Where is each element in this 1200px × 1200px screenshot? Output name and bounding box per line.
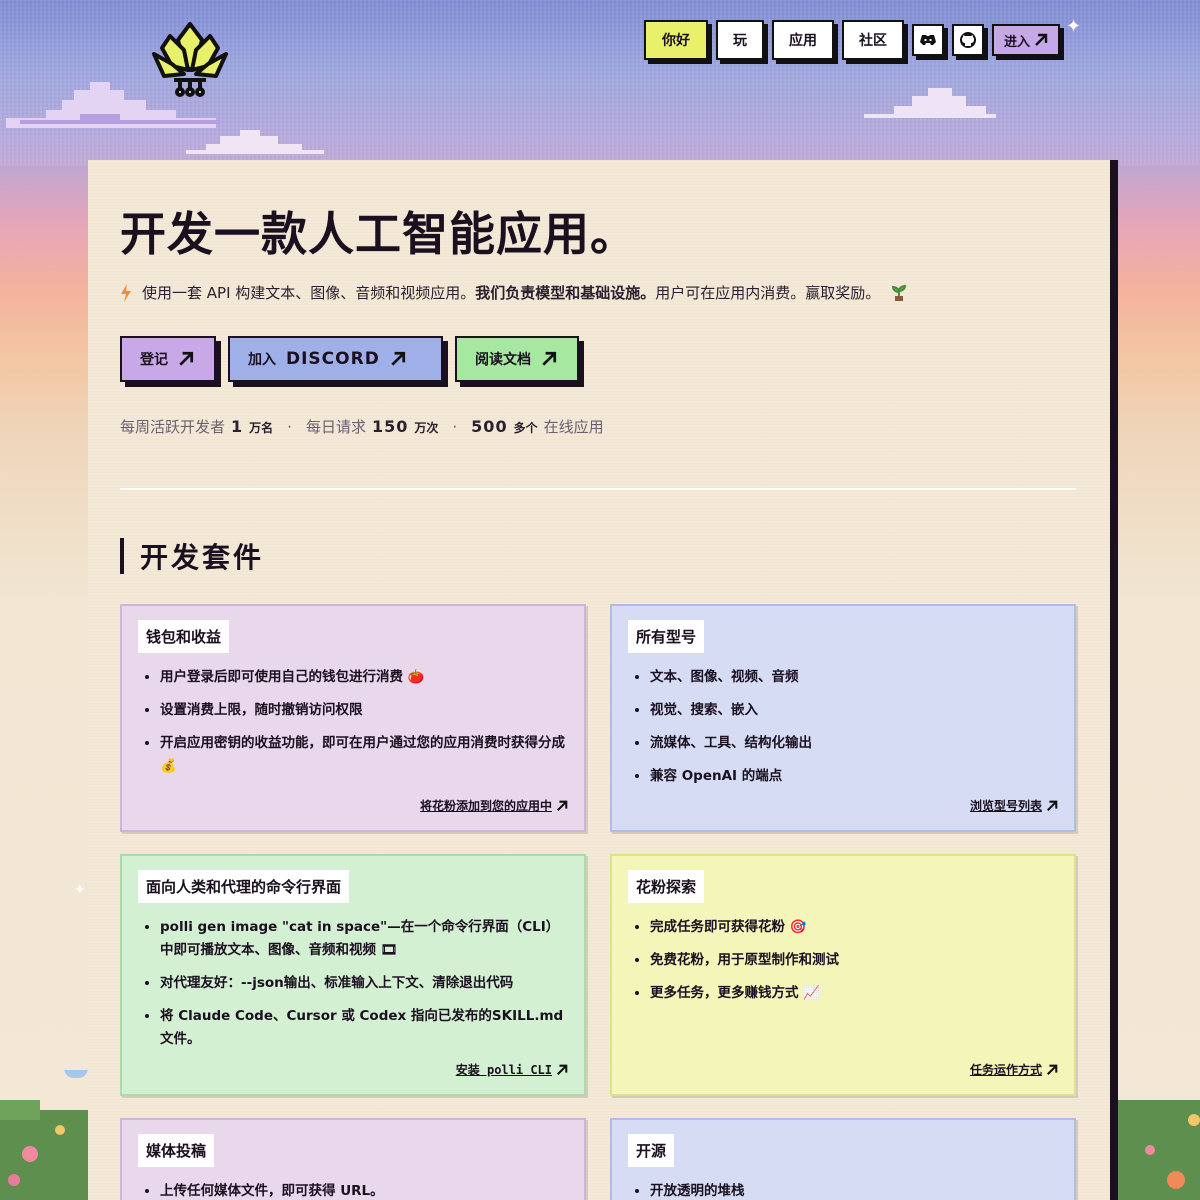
stat-requests-label: 每日请求 [305,418,366,436]
arrow-up-right-icon [1035,33,1048,46]
read-docs-button[interactable]: 阅读文档 [455,336,579,382]
list-item: 设置消费上限，随时撤销访问权限 [160,699,568,722]
install-cli-link[interactable]: 安装 polli CLI [456,1061,568,1078]
join-label: 加入 [248,352,276,368]
flowers-left-decoration [0,1070,90,1200]
sparkle-icon: ✦ [74,882,86,898]
nav-item-hello[interactable]: 你好 [644,20,708,60]
arrow-up-right-icon [556,800,568,811]
nav-item-community[interactable]: 社区 [842,20,904,60]
list-item: 兼容 OpenAI 的端点 [650,765,1058,788]
stat-apps-value: 500 [471,417,508,436]
arrow-up-right-icon [556,1064,568,1075]
discord-brand-label: DISCORD [286,349,380,369]
github-icon [960,32,976,48]
list-item: 文本、图像、视频、音频 [650,666,1058,689]
enter-label: 进入 [1004,34,1031,50]
discord-icon [920,35,936,45]
divider [120,488,1076,490]
stat-separator: · [287,418,292,436]
signin-button[interactable]: 登记 [120,336,216,382]
docs-label: 阅读文档 [475,352,531,368]
stat-separator: · [452,418,458,436]
list-item: 流媒体、工具、结构化输出 [650,732,1058,755]
join-discord-button[interactable]: 加入 DISCORD [228,336,443,382]
stat-apps-label: 在线应用 [543,418,604,436]
list-item: 视觉、搜索、嵌入 [650,699,1058,722]
stat-requests-unit: 万次 [414,421,439,435]
link-label: 浏览型号列表 [969,799,1042,813]
section-title: 开发套件 [120,538,264,574]
cloud-right [864,88,996,118]
page-title: 开发一款人工智能应用。 [120,207,637,261]
link-label: 将花粉添加到您的应用中 [419,799,552,813]
card-list: polli gen image "cat in space"—在一个命令行界面（… [160,916,568,1061]
card-title: 面向人类和代理的命令行界面 [138,870,350,903]
card-title: 钱包和收益 [138,620,230,653]
logo-icon[interactable] [150,14,240,98]
stat-apps-unit: 多个 [513,421,538,435]
subtitle-text-end: 用户可在应用内消费。赢取奖励。 [655,284,881,302]
cloud-middle [186,130,324,154]
card-list: 开放透明的堆栈 [650,1180,1058,1200]
stat-devs-value: 1 [231,417,244,436]
stat-devs-label: 每周活跃开发者 [120,418,226,436]
list-item: 完成任务即可获得花粉 🎯 [650,916,1058,939]
enter-button[interactable]: 进入 [992,24,1061,56]
card-media-upload: 媒体投稿 上传任何媒体文件，即可获得 URL。 [120,1118,586,1200]
card-quests: 花粉探索 完成任务即可获得花粉 🎯 免费花粉，用于原型制作和测试 更多任务，更多… [610,854,1076,1096]
list-item: 更多任务，更多赚钱方式 📈 [650,982,1058,1005]
list-item: 用户登录后即可使用自己的钱包进行消费 🍅 [160,666,568,689]
hero-subtitle: 使用一套 API 构建文本、图像、音频和视频应用。我们负责模型和基础设施。用户可… [120,282,908,303]
arrow-up-right-icon [179,351,194,366]
card-title: 花粉探索 [628,870,705,903]
lightning-icon [121,283,131,302]
card-list: 上传任何媒体文件，即可获得 URL。 [160,1180,568,1200]
cta-group: 登记 加入 DISCORD 阅读文档 [120,336,579,382]
card-cli: 面向人类和代理的命令行界面 polli gen image "cat in sp… [120,854,586,1096]
nav-item-play[interactable]: 玩 [716,20,764,60]
list-item: 上传任何媒体文件，即可获得 URL。 [160,1180,568,1200]
arrow-up-right-icon [1046,1064,1058,1075]
card-title: 开源 [628,1134,675,1167]
list-item: 免费花粉，用于原型制作和测试 [650,949,1058,972]
card-title: 所有型号 [628,620,705,653]
arrow-up-right-icon [1046,800,1058,811]
card-wallet: 钱包和收益 用户登录后即可使用自己的钱包进行消费 🍅 设置消费上限，随时撤销访问… [120,604,586,832]
arrow-up-right-icon [542,351,557,366]
card-open-source: 开源 开放透明的堆栈 [610,1118,1076,1200]
sprout-icon [892,284,907,301]
sparkle-icon: ✦ [1066,16,1082,37]
stat-requests-value: 150 [371,417,409,436]
arrow-up-right-icon [391,351,405,366]
card-list: 用户登录后即可使用自己的钱包进行消费 🍅 设置消费上限，随时撤销访问权限 开启应… [160,666,568,788]
how-quests-work-link[interactable]: 任务运作方式 [970,1061,1058,1078]
flowers-right-decoration [1110,1100,1200,1200]
nav-item-apps[interactable]: 应用 [772,20,834,60]
list-item: 开启应用密钥的收益功能，即可在用户通过您的应用消费时获得分成 💰 [160,732,568,778]
card-list: 完成任务即可获得花粉 🎯 免费花粉，用于原型制作和测试 更多任务，更多赚钱方式 … [650,916,1058,1015]
top-nav: 你好 玩 应用 社区 进入 [644,20,1061,60]
subtitle-bold: 我们负责模型和基础设施。 [475,284,656,302]
subtitle-text: 使用一套 API 构建文本、图像、音频和视频应用。 [142,284,476,302]
link-label: 安装 polli CLI [455,1063,552,1077]
link-label: 任务运作方式 [969,1063,1042,1077]
list-item: 将 Claude Code、Cursor 或 Codex 指向已发布的SKILL… [160,1005,568,1051]
signin-label: 登记 [140,352,168,368]
discord-button[interactable] [912,24,944,56]
card-models: 所有型号 文本、图像、视频、音频 视觉、搜索、嵌入 流媒体、工具、结构化输出 兼… [610,604,1076,832]
card-title: 媒体投稿 [138,1134,215,1167]
stats-bar: 每周活跃开发者 1 万名 · 每日请求 150 万次 · 500 多个 在线应用 [120,416,604,437]
list-item: 开放透明的堆栈 [650,1180,1058,1200]
add-pollen-link[interactable]: 将花粉添加到您的应用中 [420,797,568,814]
list-item: 对代理友好：--json输出、标准输入上下文、清除退出代码 [160,972,568,995]
github-button[interactable] [952,24,984,56]
main-panel: 开发一款人工智能应用。 使用一套 API 构建文本、图像、音频和视频应用。我们负… [88,160,1110,1200]
card-list: 文本、图像、视频、音频 视觉、搜索、嵌入 流媒体、工具、结构化输出 兼容 Ope… [650,666,1058,798]
list-item: polli gen image "cat in space"—在一个命令行界面（… [160,916,568,962]
stat-devs-unit: 万名 [249,421,274,435]
browse-models-link[interactable]: 浏览型号列表 [970,797,1058,814]
